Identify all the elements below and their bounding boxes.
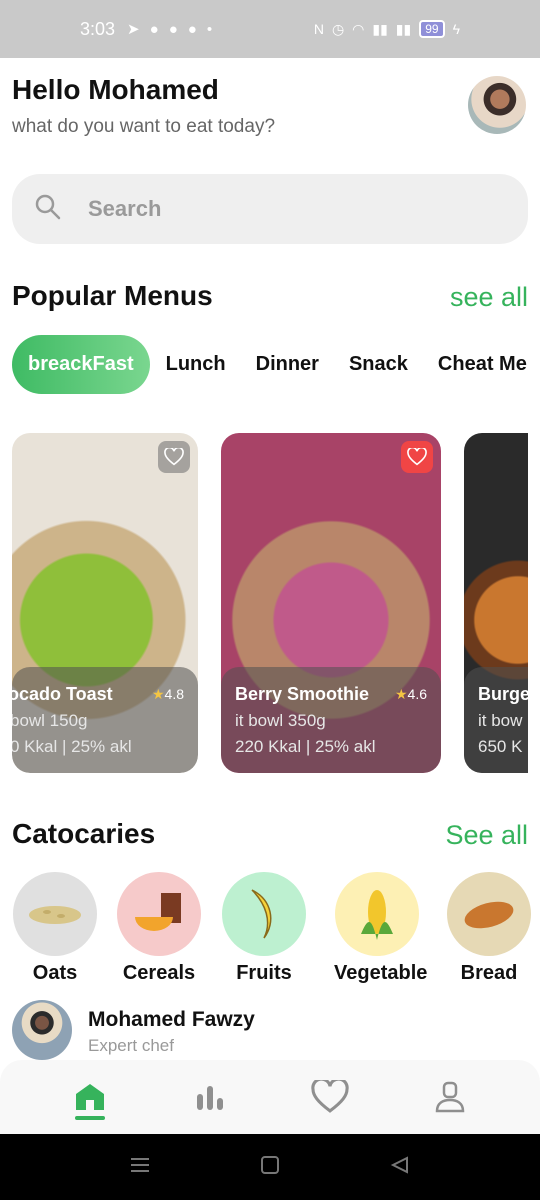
category-label: Cereals — [122, 962, 196, 984]
category-bread[interactable]: Bread — [446, 872, 532, 985]
tab-lunch[interactable]: Lunch — [166, 353, 226, 376]
chef-avatar — [12, 1000, 72, 1060]
tab-dinner[interactable]: Dinner — [256, 353, 319, 376]
menu-kcal: 650 K — [478, 737, 523, 756]
menu-card-avocado-toast[interactable]: ocado Toast ★4.8 bowl 150g 0 Kkal | 25% … — [12, 433, 198, 773]
signal-icon: ▮▮ — [372, 20, 388, 37]
chat-icon: ● — [168, 20, 178, 38]
nav-stats[interactable] — [185, 1072, 235, 1122]
star-icon: ★ — [151, 686, 165, 702]
heart-icon — [407, 448, 427, 466]
tab-breakfast[interactable]: breackFast — [12, 334, 150, 394]
star-icon: ★ — [394, 686, 408, 702]
bread-icon — [447, 872, 531, 956]
system-icons: N ◷ ◠ ▮▮ ▮▮ 99 ϟ — [314, 20, 460, 38]
menu-card-berry-smoothie[interactable]: Berry Smoothie ★4.6 it bowl 350g 220 Kka… — [221, 433, 441, 773]
home-icon — [76, 1084, 104, 1110]
nav-profile[interactable] — [425, 1072, 475, 1122]
chef-name: Mohamed Fawzy — [88, 1008, 255, 1031]
nfc-icon: N — [313, 21, 324, 37]
greeting-title: Hello Mohamed — [12, 74, 219, 105]
menu-weight: it bowl 350g — [235, 711, 326, 730]
stats-icon — [197, 1086, 223, 1110]
nav-home[interactable] — [65, 1072, 115, 1122]
categories-title: Catocaries — [12, 818, 156, 849]
system-navigation-bar — [0, 1134, 540, 1200]
tab-snack[interactable]: Snack — [349, 353, 408, 376]
category-fruits[interactable]: Fruits — [221, 872, 307, 985]
menu-icon[interactable] — [130, 1156, 150, 1179]
menu-name: Berry Smoothie — [235, 684, 370, 704]
favorite-button[interactable] — [158, 441, 190, 473]
heart-icon — [164, 448, 184, 466]
notification-icons: ➤ ● ● ● • — [127, 20, 213, 39]
profile-avatar[interactable] — [468, 76, 526, 134]
cereal-icon — [117, 872, 201, 956]
corn-icon — [335, 872, 419, 956]
banana-icon — [222, 872, 306, 956]
greeting-subtitle: what do you want to eat today? — [12, 116, 276, 137]
menu-name: Burge — [478, 684, 528, 704]
status-time: 3:03 — [80, 18, 116, 39]
category-label: Oats — [32, 962, 78, 984]
back-icon[interactable] — [390, 1155, 410, 1180]
menu-rating: ★4.8 — [151, 686, 184, 702]
charging-icon: ϟ — [452, 21, 460, 37]
menu-weight: it bow — [478, 711, 523, 730]
chef-role: Expert chef — [88, 1036, 174, 1055]
menu-name: ocado Toast — [12, 684, 113, 704]
menu-cards: ocado Toast ★4.8 bowl 150g 0 Kkal | 25% … — [12, 433, 528, 775]
tab-cheat-meal[interactable]: Cheat Me — [438, 353, 527, 376]
menu-card-burger[interactable]: Burge it bow 650 K — [464, 433, 528, 773]
menu-weight: bowl 150g — [12, 711, 88, 730]
alarm-icon: ◷ — [331, 20, 345, 37]
messenger-icon: ● — [187, 20, 197, 38]
oats-icon — [13, 872, 97, 956]
search-bar[interactable]: Search — [12, 174, 528, 244]
wifi-icon: ◠ — [352, 20, 365, 37]
menu-rating: ★4.6 — [394, 686, 427, 702]
search-input[interactable]: Search — [88, 196, 161, 222]
popular-menus-title: Popular Menus — [12, 280, 213, 311]
bottom-navigation — [0, 1060, 540, 1134]
category-vegetable[interactable]: Vegetable — [334, 872, 428, 985]
categories-see-all-link[interactable]: See all — [445, 820, 528, 851]
menu-kcal: 0 Kkal | 25% akl — [12, 737, 132, 756]
category-label: Fruits — [236, 962, 292, 984]
category-label: Vegetable — [334, 962, 428, 984]
battery-icon: 99 — [419, 20, 445, 38]
category-cereals[interactable]: Cereals — [116, 872, 202, 985]
nav-favorites[interactable] — [305, 1072, 355, 1122]
signal-icon: ▮▮ — [395, 20, 412, 37]
snapchat-icon: ● — [149, 20, 159, 38]
dot-icon: • — [206, 20, 213, 38]
home-button-icon[interactable] — [260, 1155, 280, 1180]
category-label: Bread — [460, 962, 518, 984]
telegram-icon: ➤ — [127, 21, 140, 38]
search-icon — [34, 193, 62, 226]
popular-see-all-link[interactable]: see all — [450, 282, 528, 313]
heart-icon — [311, 1080, 349, 1113]
user-icon — [435, 1081, 465, 1113]
status-bar: 3:03 ➤ ● ● ● • N ◷ ◠ ▮▮ ▮▮ 99 ϟ — [0, 0, 540, 58]
category-list: Oats Cereals Fruits Vegetable Bread — [12, 872, 540, 985]
category-oats[interactable]: Oats — [12, 872, 98, 985]
menu-kcal: 220 Kkal | 25% akl — [235, 737, 376, 756]
meal-tabs: breackFast Lunch Dinner Snack Cheat Me — [12, 334, 540, 394]
favorite-button[interactable] — [401, 441, 433, 473]
